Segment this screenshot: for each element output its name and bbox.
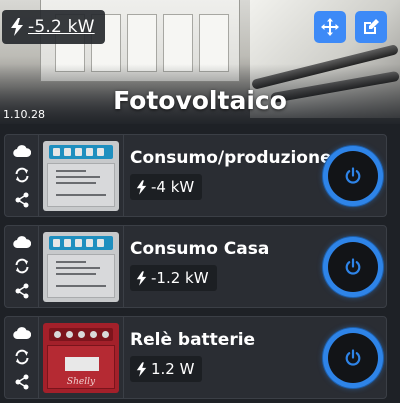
- device-power-value: -4 kW: [151, 178, 195, 196]
- device-card[interactable]: Shelly Relè batterie 1.2 W: [4, 316, 387, 399]
- device-side-actions: [5, 226, 39, 307]
- edit-button[interactable]: [355, 11, 387, 43]
- bolt-icon: [136, 361, 147, 377]
- sync-icon[interactable]: [14, 258, 30, 274]
- edit-icon: [364, 19, 379, 34]
- device-power-pill: 1.2 W: [130, 356, 203, 382]
- device-image: [43, 141, 119, 211]
- bolt-icon: [136, 179, 147, 195]
- power-toggle-button[interactable]: [323, 146, 383, 206]
- cloud-icon[interactable]: [12, 326, 31, 340]
- device-logo: Shelly: [66, 377, 96, 387]
- device-name: Consumo Casa: [130, 239, 270, 259]
- sync-icon[interactable]: [14, 349, 30, 365]
- device-power-pill: -1.2 kW: [130, 265, 217, 291]
- device-name: Relè batterie: [130, 330, 256, 350]
- total-power-chip[interactable]: -5.2 kW: [2, 10, 105, 44]
- bolt-icon: [11, 18, 23, 36]
- total-power-value: -5.2 kW: [28, 17, 95, 37]
- device-power-value: 1.2 W: [151, 360, 195, 378]
- cloud-icon[interactable]: [12, 144, 31, 158]
- device-name: Consumo/produzione: [130, 148, 332, 168]
- device-image: [43, 232, 119, 302]
- power-icon: [345, 349, 361, 366]
- device-card[interactable]: Consumo Casa -1.2 kW: [4, 225, 387, 308]
- power-icon: [345, 258, 361, 275]
- sync-icon[interactable]: [14, 167, 30, 183]
- version-label: 1.10.28: [3, 108, 45, 121]
- cloud-icon[interactable]: [12, 235, 31, 249]
- share-icon[interactable]: [15, 192, 29, 208]
- device-side-actions: [5, 135, 39, 216]
- power-icon: [345, 167, 361, 184]
- device-card[interactable]: Consumo/produzione -4 kW: [4, 134, 387, 217]
- power-toggle-button[interactable]: [323, 328, 383, 388]
- page-title: Fotovoltaico: [113, 86, 287, 115]
- share-icon[interactable]: [15, 283, 29, 299]
- device-image: Shelly: [43, 323, 119, 393]
- share-icon[interactable]: [15, 374, 29, 390]
- bolt-icon: [136, 270, 147, 286]
- device-power-value: -1.2 kW: [151, 269, 209, 287]
- power-toggle-button[interactable]: [323, 237, 383, 297]
- arrows-move-icon: [321, 18, 339, 36]
- device-side-actions: [5, 317, 39, 398]
- move-button[interactable]: [314, 11, 346, 43]
- device-power-pill: -4 kW: [130, 174, 203, 200]
